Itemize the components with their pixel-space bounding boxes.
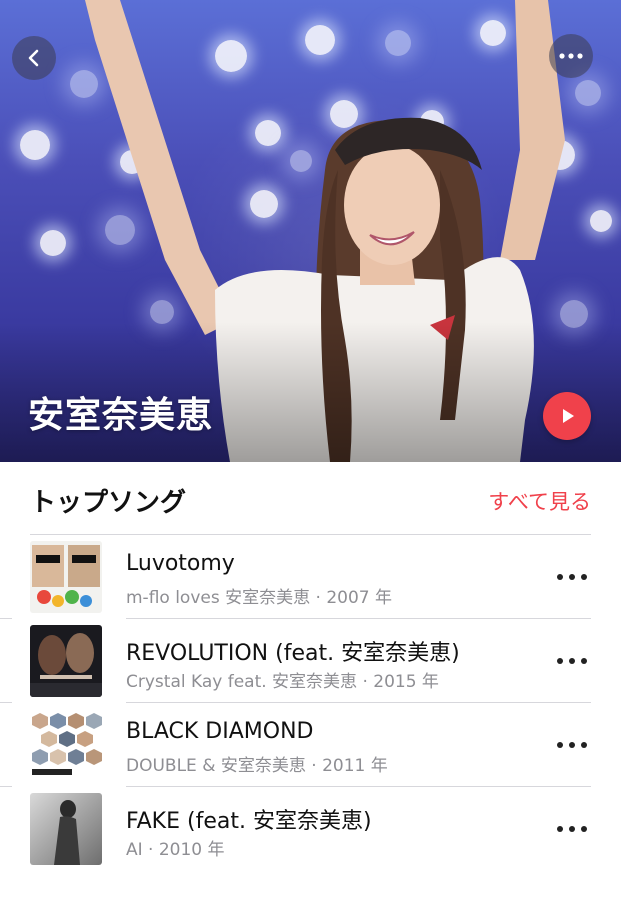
play-button[interactable] (543, 392, 591, 440)
song-title: FAKE (feat. 安室奈美恵) (126, 809, 372, 834)
song-title: BLACK DIAMOND (126, 719, 314, 744)
artist-name: 安室奈美恵 (28, 395, 214, 436)
album-art (30, 709, 102, 781)
album-art (30, 793, 102, 865)
ellipsis-icon (557, 574, 563, 580)
song-title: REVOLUTION (feat. 安室奈美恵) (126, 641, 460, 666)
ellipsis-icon (557, 826, 563, 832)
ellipsis-icon (557, 742, 563, 748)
artist-hero: 安室奈美恵 (0, 0, 621, 462)
play-icon (563, 409, 574, 423)
song-subtitle: m-flo loves 安室奈美恵 · 2007 年 (126, 588, 392, 608)
song-row[interactable]: BLACK DIAMOND DOUBLE & 安室奈美恵 · 2011 年 (0, 703, 621, 787)
ellipsis-icon (559, 53, 583, 59)
top-songs-list: Luvotomy m-flo loves 安室奈美恵 · 2007 年 REVO… (0, 535, 621, 871)
back-button[interactable] (12, 36, 56, 80)
album-art (30, 541, 102, 613)
song-subtitle: DOUBLE & 安室奈美恵 · 2011 年 (126, 756, 388, 776)
section-title: トップソング (30, 488, 187, 518)
song-more-button[interactable] (557, 565, 587, 589)
top-songs-header: トップソング すべて見る (0, 462, 621, 536)
song-title: Luvotomy (126, 551, 235, 576)
song-row[interactable]: FAKE (feat. 安室奈美恵) AI · 2010 年 (0, 787, 621, 871)
see-all-link[interactable]: すべて見る (488, 486, 591, 516)
song-more-button[interactable] (557, 817, 587, 841)
song-row[interactable]: REVOLUTION (feat. 安室奈美恵) Crystal Kay fea… (0, 619, 621, 703)
song-subtitle: Crystal Kay feat. 安室奈美恵 · 2015 年 (126, 672, 439, 692)
album-art (30, 625, 102, 697)
more-options-button[interactable] (549, 34, 593, 78)
chevron-left-icon (28, 49, 39, 67)
ellipsis-icon (557, 658, 563, 664)
song-more-button[interactable] (557, 649, 587, 673)
song-more-button[interactable] (557, 733, 587, 757)
song-subtitle: AI · 2010 年 (126, 840, 225, 860)
song-row[interactable]: Luvotomy m-flo loves 安室奈美恵 · 2007 年 (0, 535, 621, 619)
